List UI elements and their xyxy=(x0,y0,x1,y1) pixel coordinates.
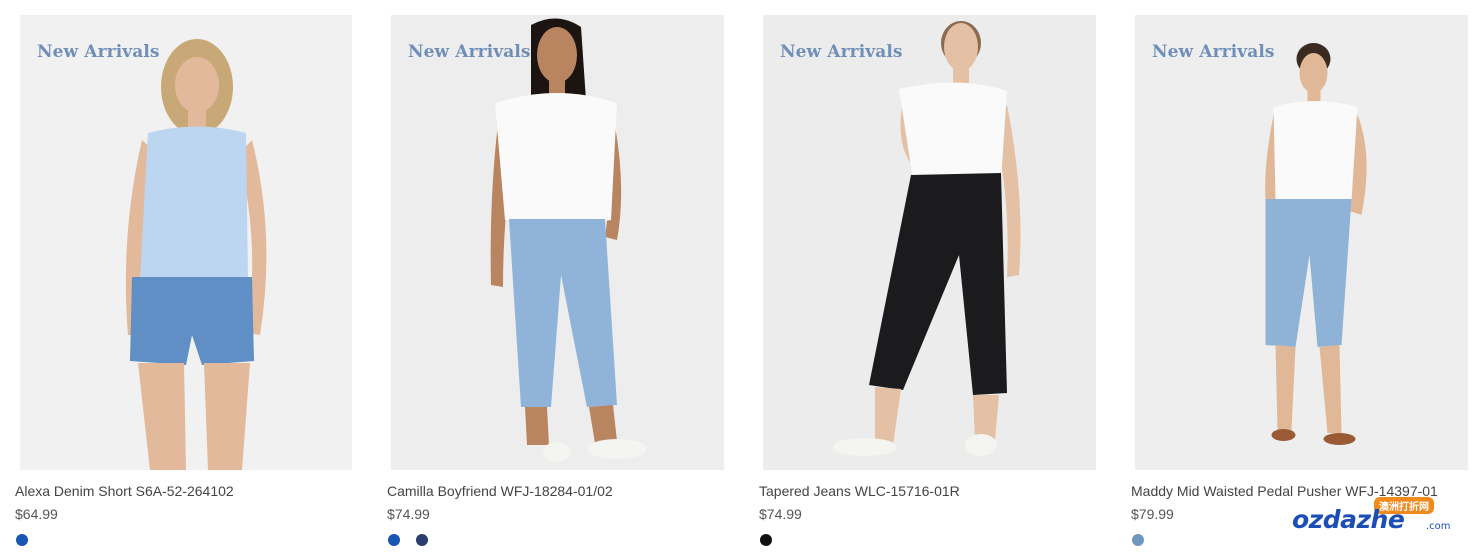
color-swatches xyxy=(760,534,772,546)
product-price: $64.99 xyxy=(15,506,58,522)
product-image[interactable]: New Arrivals xyxy=(20,15,352,470)
new-arrivals-badge: New Arrivals xyxy=(1152,42,1275,62)
color-swatch[interactable] xyxy=(760,534,772,546)
color-swatch[interactable] xyxy=(416,534,428,546)
model-figure-image xyxy=(833,21,1021,456)
model-figure-image xyxy=(490,18,647,462)
color-swatch[interactable] xyxy=(388,534,400,546)
color-swatch[interactable] xyxy=(16,534,28,546)
product-card[interactable]: New Arrivals Tapered Jeans WLC-15716-01R… xyxy=(744,0,1116,552)
site-watermark: 澳洲打折网 ozdazhe .com xyxy=(1292,497,1462,541)
product-name[interactable]: Camilla Boyfriend WFJ-18284-01/02 xyxy=(387,483,613,499)
product-card[interactable]: New Arrivals Camilla Boyfriend WFJ-18284… xyxy=(372,0,744,552)
product-price: $74.99 xyxy=(759,506,802,522)
product-card[interactable]: New Arrivals Alexa Denim Short S6A-52-26… xyxy=(0,0,372,552)
color-swatches xyxy=(388,534,428,546)
product-name[interactable]: Alexa Denim Short S6A-52-264102 xyxy=(15,483,234,499)
color-swatches xyxy=(1132,534,1144,546)
product-image[interactable]: New Arrivals xyxy=(391,15,724,470)
product-image[interactable]: New Arrivals xyxy=(763,15,1096,470)
color-swatches xyxy=(16,534,28,546)
color-swatch[interactable] xyxy=(1132,534,1144,546)
new-arrivals-badge: New Arrivals xyxy=(780,42,903,62)
model-figure-image xyxy=(125,39,267,470)
watermark-brand: ozdazhe xyxy=(1292,505,1405,534)
model-figure-image xyxy=(1265,43,1367,445)
new-arrivals-badge: New Arrivals xyxy=(408,42,531,62)
new-arrivals-badge: New Arrivals xyxy=(37,42,160,62)
product-grid: New Arrivals Alexa Denim Short S6A-52-26… xyxy=(0,0,1477,552)
product-price: $79.99 xyxy=(1131,506,1174,522)
product-name[interactable]: Tapered Jeans WLC-15716-01R xyxy=(759,483,960,499)
product-image[interactable]: New Arrivals xyxy=(1135,15,1468,470)
product-price: $74.99 xyxy=(387,506,430,522)
watermark-suffix: .com xyxy=(1426,521,1451,532)
product-card[interactable]: New Arrivals Maddy Mid Waisted Pedal Pus… xyxy=(1116,0,1477,552)
